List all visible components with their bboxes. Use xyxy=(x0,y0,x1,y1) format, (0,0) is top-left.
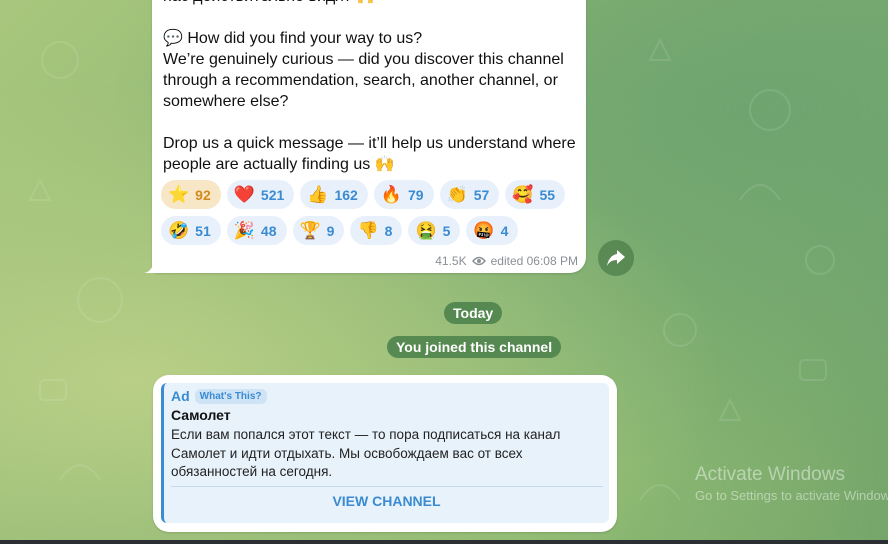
bottom-edge xyxy=(0,540,888,544)
ad-label: Ad xyxy=(171,388,190,404)
ad-title: Самолет xyxy=(171,407,231,423)
reaction-count: 57 xyxy=(473,186,490,203)
reaction-count: 51 xyxy=(195,222,211,239)
view-count: 41.5K xyxy=(435,254,467,268)
ad-header: Ad What's This? xyxy=(171,388,267,404)
reaction-count: 9 xyxy=(326,222,335,239)
windows-activation-watermark: Activate Windows Go to Settings to activ… xyxy=(695,464,888,503)
channel-post: нас действительно видят 🙌 💬 How did you … xyxy=(144,0,586,273)
reaction-count: 5 xyxy=(442,222,451,239)
reaction-emoji: 🤮 xyxy=(415,221,437,240)
sponsored-message: Ad What's This? Самолет Если вам попался… xyxy=(153,375,617,532)
date-separator: Today xyxy=(444,302,503,324)
reaction-button[interactable]: 🔥 79 xyxy=(373,180,434,209)
reaction-button[interactable]: 🥰 55 xyxy=(505,180,566,209)
reaction-emoji: 🥰 xyxy=(512,185,534,204)
reaction-count: 79 xyxy=(407,186,424,203)
reaction-emoji: 🔥 xyxy=(380,185,402,204)
share-icon xyxy=(607,250,625,266)
reaction-count: 92 xyxy=(195,186,211,203)
reaction-button[interactable]: 👍 162 xyxy=(300,180,368,209)
eye-icon xyxy=(471,256,486,266)
reaction-emoji: 👎 xyxy=(357,221,379,240)
reaction-count: 8 xyxy=(384,222,393,239)
reaction-count: 4 xyxy=(500,222,509,239)
service-message: You joined this channel xyxy=(387,336,562,358)
reaction-emoji: 🤬 xyxy=(473,221,495,240)
reaction-emoji: ⭐ xyxy=(168,185,190,204)
post-meta: 41.5K edited 06:08 PM xyxy=(435,254,578,268)
whats-this-button[interactable]: What's This? xyxy=(194,388,267,404)
reaction-count: 48 xyxy=(260,222,277,239)
divider xyxy=(171,486,603,487)
view-channel-button[interactable]: VIEW CHANNEL xyxy=(164,493,609,509)
reaction-button[interactable]: ❤️ 521 xyxy=(226,180,295,209)
reaction-button[interactable]: ⭐ 92 xyxy=(161,180,221,209)
bubble-tail xyxy=(144,259,158,273)
ad-body: Если вам попался этот текст — то пора по… xyxy=(171,427,561,479)
reaction-button[interactable]: 🤮 5 xyxy=(408,216,461,245)
reaction-emoji: 🤣 xyxy=(168,221,190,240)
reaction-button[interactable]: 🏆 9 xyxy=(292,216,345,245)
watermark-title: Activate Windows xyxy=(695,464,845,485)
reaction-count: 162 xyxy=(334,186,358,203)
reaction-emoji: 👏 xyxy=(446,185,468,204)
reaction-emoji: ❤️ xyxy=(233,185,255,204)
watermark-subtitle: Go to Settings to activate Windows. xyxy=(695,488,888,503)
reaction-button[interactable]: 👎 8 xyxy=(350,216,403,245)
reaction-button[interactable]: 🎉 48 xyxy=(226,216,287,245)
reaction-button[interactable]: 🤬 4 xyxy=(466,216,519,245)
reactions-bar: ⭐ 92 ❤️ 521 👍 162 🔥 79 👏 57 🥰 55 🤣 51 🎉 48 🏆 9 👎 8 🤮 5 🤬 4 xyxy=(161,180,581,245)
reaction-emoji: 🏆 xyxy=(299,221,321,240)
ad-card[interactable]: Ad What's This? Самолет Если вам попался… xyxy=(161,383,609,523)
edited-time: edited 06:08 PM xyxy=(490,254,578,268)
reaction-emoji: 🎉 xyxy=(233,221,255,240)
reaction-button[interactable]: 🤣 51 xyxy=(161,216,221,245)
reaction-button[interactable]: 👏 57 xyxy=(439,180,500,209)
share-button[interactable] xyxy=(598,240,634,276)
reaction-count: 521 xyxy=(260,186,285,203)
post-text: нас действительно видят 🙌 💬 How did you … xyxy=(163,0,576,173)
reaction-emoji: 👍 xyxy=(307,185,329,204)
reaction-count: 55 xyxy=(539,186,556,203)
